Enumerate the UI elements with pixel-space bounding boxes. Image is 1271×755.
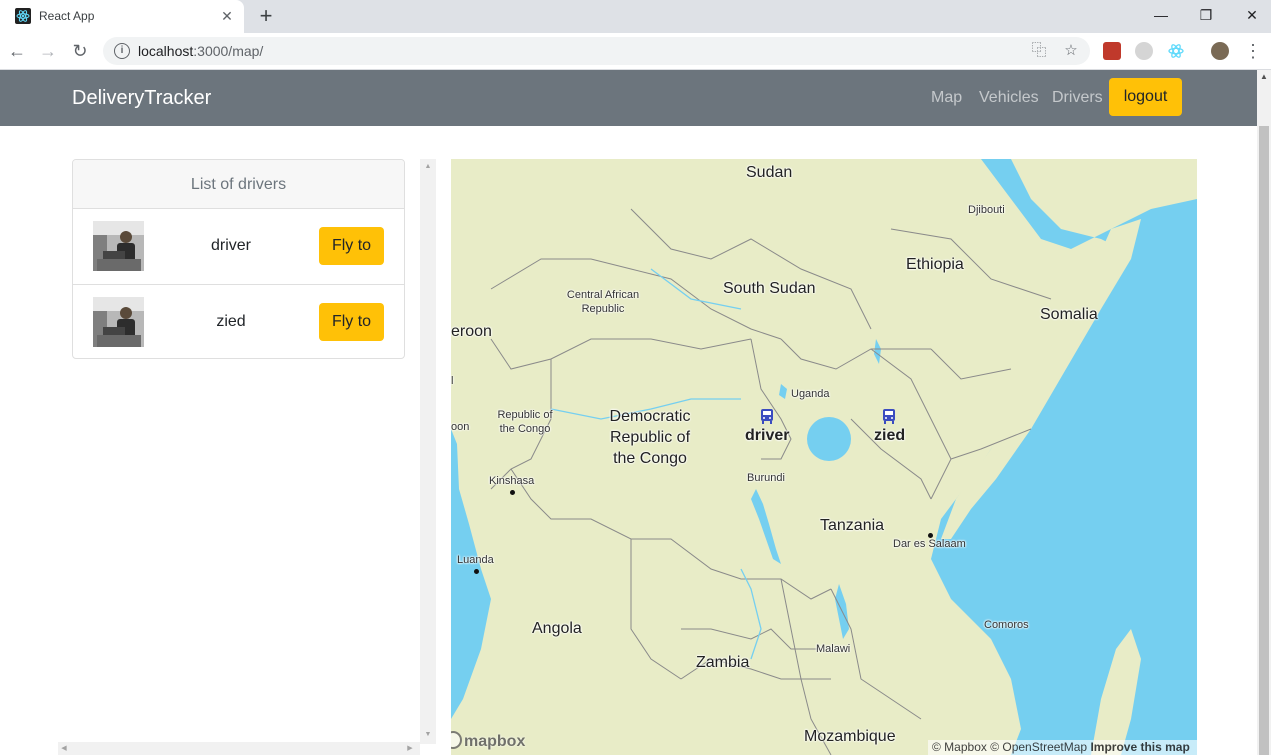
page-scrollbar[interactable]: ▲ [1257,70,1271,755]
panel-horizontal-scrollbar[interactable]: ◀ ▶ [58,742,420,755]
label-line: the Congo [499,423,551,435]
map-attribution: © Mapbox © OpenStreetMap Improve this ma… [928,740,1197,755]
map-basemap [451,159,1197,755]
driver-row: driver Fly to [73,209,404,284]
url-path: :3000/map/ [193,43,264,59]
city-dot [928,533,933,538]
map-label-uganda: Uganda [791,388,830,400]
forward-icon[interactable]: → [38,41,58,61]
driver-name: driver [210,237,251,254]
profile-avatar[interactable] [1211,42,1229,60]
map-label-drc: Democratic Republic of the Congo [600,406,700,469]
map-label-kinshasa: Kinshasa [489,475,535,487]
panel-vertical-scrollbar[interactable]: ▲ ▼ [420,159,436,744]
label-line: Central African [566,289,640,301]
minimize-icon[interactable]: — [1149,4,1173,26]
label-line: Republic [581,303,625,315]
tab-title: React App [39,9,95,23]
scroll-right-icon[interactable]: ▶ [404,743,416,755]
map-label-sudan: Sudan [746,164,793,181]
back-icon[interactable]: ← [7,41,27,61]
map-label-gabon: oon [451,421,470,433]
tab-close-icon[interactable]: ✕ [219,8,235,24]
driver-row: zied Fly to [73,284,404,359]
address-bar[interactable]: i localhost:3000/map/ ⿻ ☆ [103,37,1090,65]
translate-icon[interactable]: ⿻ [1030,42,1048,60]
bus-marker-icon[interactable] [882,409,896,424]
map-label-central-african-republic: Central African Republic [563,288,643,316]
nav-link-vehicles[interactable]: Vehicles [979,89,1039,107]
marker-label-zied: zied [874,427,906,444]
map-label-angola: Angola [532,620,582,637]
react-devtools-icon[interactable] [1167,42,1185,60]
url-text[interactable]: localhost:3000/map/ [138,43,263,59]
drivers-card-header: List of drivers [73,160,404,209]
marker-label-driver: driver [745,427,790,444]
scroll-down-icon[interactable]: ▼ [422,729,434,741]
close-window-icon[interactable]: ✕ [1240,4,1264,26]
label-line: Republic of [609,429,691,446]
scroll-left-icon[interactable]: ◀ [58,743,70,755]
map-label-cameroon: eroon [451,323,492,340]
map-label-equatorial-guinea: l [451,375,454,387]
improve-map-link[interactable]: Improve this map [1090,740,1189,754]
new-tab-icon[interactable]: + [255,5,277,27]
map-label-burundi: Burundi [747,472,785,484]
bus-marker-icon[interactable] [760,409,774,424]
app-navbar: DeliveryTracker Map Vehicles Drivers log… [0,70,1257,126]
map-label-south-sudan: South Sudan [723,280,816,297]
city-dot [510,490,515,495]
extension-red-icon[interactable] [1103,42,1121,60]
browser-tab[interactable]: React App ✕ [0,0,244,33]
driver-name: zied [216,313,246,330]
nav-link-map[interactable]: Map [931,89,962,107]
label-line: Democratic [609,408,691,425]
drivers-card: List of drivers driver Fly to zied Fly t… [72,159,405,359]
map-label-djibouti: Djibouti [968,204,1005,216]
restore-icon[interactable]: ❐ [1194,4,1218,26]
driver-avatar [93,221,144,271]
browser-toolbar: ← → ↻ i localhost:3000/map/ ⿻ ☆ ⋮ [0,33,1271,70]
site-info-icon[interactable]: i [114,43,130,59]
fly-to-button[interactable]: Fly to [319,303,384,341]
scroll-up-icon[interactable]: ▲ [422,161,434,173]
city-dot [474,569,479,574]
map-label-ethiopia: Ethiopia [906,256,964,273]
url-host: localhost [138,43,194,59]
reload-icon[interactable]: ↻ [70,41,90,61]
map-label-tanzania: Tanzania [820,517,885,534]
map-label-mozambique: Mozambique [804,728,896,745]
driver-avatar [93,297,144,347]
browser-menu-icon[interactable]: ⋮ [1244,41,1262,61]
fly-to-button[interactable]: Fly to [319,227,384,265]
map-view[interactable]: Sudan South Sudan Ethiopia Somalia Tanza… [451,159,1197,755]
brand-logo[interactable]: DeliveryTracker [72,87,211,110]
map-label-luanda: Luanda [457,554,494,566]
mapbox-ring-icon [451,731,462,749]
logout-button[interactable]: logout [1109,78,1182,116]
bookmark-star-icon[interactable]: ☆ [1062,42,1080,60]
map-label-republic-of-congo: Republic of the Congo [491,408,559,436]
browser-tabstrip: React App ✕ + — ❐ ✕ [0,0,1271,33]
label-line: the Congo [613,450,687,467]
page-scrollbar-thumb[interactable] [1259,126,1269,755]
map-label-zambia: Zambia [696,654,750,671]
map-label-dar-es-salaam: Dar es Salaam [893,538,966,550]
lake-victoria [807,417,851,461]
react-icon [15,8,31,24]
label-line: Republic of [497,409,553,421]
mapbox-logo[interactable]: mapbox [451,731,525,751]
map-label-comoros: Comoros [984,619,1029,631]
map-label-malawi: Malawi [816,643,851,655]
scroll-up-icon[interactable]: ▲ [1257,70,1271,84]
mapbox-logo-text: mapbox [464,733,526,750]
map-label-somalia: Somalia [1040,306,1098,323]
nav-link-drivers[interactable]: Drivers [1052,89,1103,107]
attribution-text[interactable]: © Mapbox © OpenStreetMap [932,740,1087,754]
extension-gear-icon[interactable] [1135,42,1153,60]
